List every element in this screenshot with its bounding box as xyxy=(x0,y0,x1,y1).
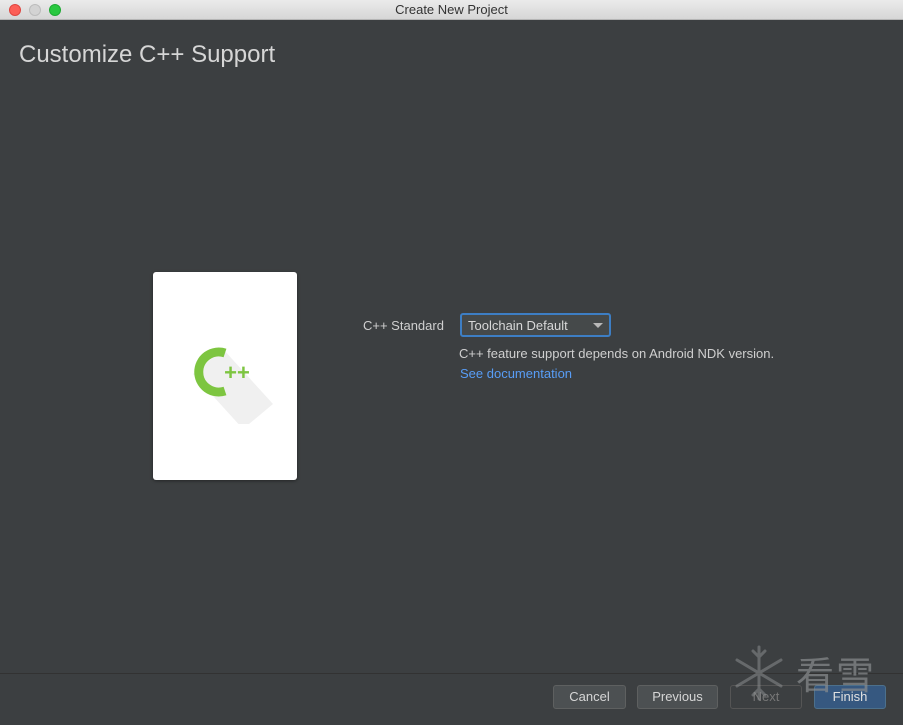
previous-button[interactable]: Previous xyxy=(637,685,718,709)
content-area xyxy=(0,88,903,673)
cpp-standard-select[interactable]: Toolchain Default xyxy=(460,313,611,337)
cpp-standard-label: C++ Standard xyxy=(363,318,444,333)
cpp-standard-value: Toolchain Default xyxy=(468,318,568,333)
cpp-logo-icon: ++ xyxy=(193,347,273,424)
cancel-button[interactable]: Cancel xyxy=(553,685,626,709)
ndk-hint-text: C++ feature support depends on Android N… xyxy=(459,346,775,361)
page-title: Customize C++ Support xyxy=(19,41,276,68)
window-title: Create New Project xyxy=(395,2,508,17)
title-bar: Create New Project xyxy=(0,0,903,20)
chevron-down-icon xyxy=(593,323,603,328)
watermark-text: 看雪 xyxy=(796,654,877,698)
see-documentation-link[interactable]: See documentation xyxy=(460,366,572,381)
cpp-logo-text: ++ xyxy=(224,360,250,385)
cpp-illustration-card: ++ xyxy=(153,272,297,480)
